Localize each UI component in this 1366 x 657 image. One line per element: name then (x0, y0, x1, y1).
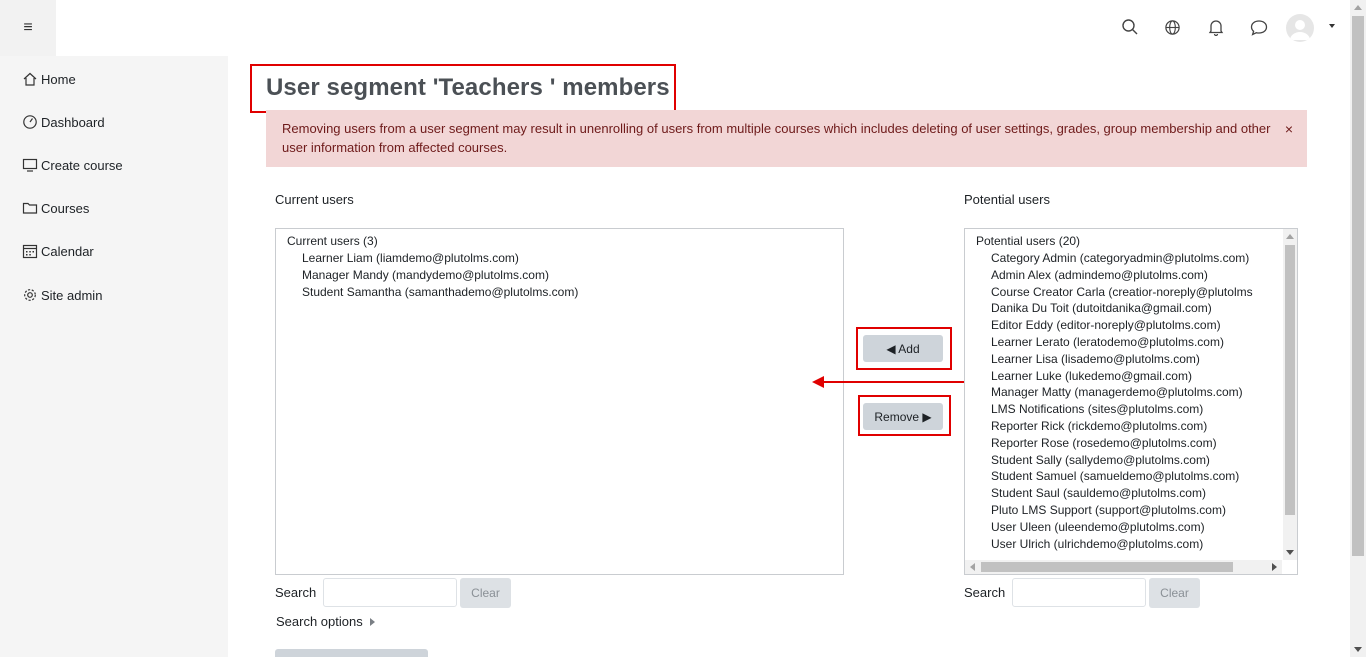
sidebar-item-label: Dashboard (41, 114, 105, 130)
search-options-label: Search options (276, 614, 363, 629)
list-item[interactable]: Manager Mandy (mandydemo@plutolms.com) (302, 268, 549, 282)
potential-search-input[interactable] (1012, 578, 1146, 607)
search-options-toggle[interactable]: Search options (276, 614, 375, 629)
sidebar-item-calendar[interactable]: Calendar (22, 241, 94, 261)
potential-clear-button[interactable]: Clear (1149, 578, 1200, 608)
sidebar-item-label: Home (41, 71, 76, 87)
list-item[interactable]: Editor Eddy (editor-noreply@plutolms.com… (991, 318, 1221, 332)
list-item[interactable]: Student Samuel (samueldemo@plutolms.com) (991, 469, 1239, 483)
potential-search-label: Search (964, 585, 1006, 600)
caret-right-icon (369, 617, 375, 626)
sidebar-item-label: Courses (41, 200, 90, 216)
scrollbar-thumb[interactable] (1285, 245, 1295, 515)
sidebar-item-dashboard[interactable]: Dashboard (22, 112, 105, 132)
caret-down-icon[interactable] (1329, 24, 1335, 28)
sidebar-item-courses[interactable]: Courses (22, 198, 89, 218)
list-item[interactable]: Course Creator Carla (creatior-noreply@p… (991, 285, 1253, 299)
hamburger-icon: ≡ (23, 19, 33, 36)
optgroup-label: Potential users (20) (976, 234, 1081, 248)
scroll-up-arrow-icon[interactable] (1286, 234, 1294, 239)
home-icon (23, 72, 37, 86)
sidebar-item-site-admin[interactable]: Site admin (22, 285, 102, 305)
bell-icon[interactable] (1205, 16, 1227, 38)
scroll-left-arrow-icon[interactable] (970, 563, 975, 571)
list-item[interactable]: Pluto LMS Support (support@plutolms.com) (991, 503, 1226, 517)
sidebar-item-label: Create course (41, 157, 123, 173)
menu-toggle-button[interactable]: ≡ (0, 0, 56, 56)
list-vertical-scrollbar[interactable] (1283, 229, 1297, 560)
list-item[interactable]: Reporter Rick (rickdemo@plutolms.com) (991, 419, 1207, 433)
alert-text: Removing users from a user segment may r… (282, 121, 1271, 155)
potential-users-label: Potential users (964, 192, 1050, 207)
list-item[interactable]: Learner Liam (liamdemo@plutolms.com) (302, 251, 519, 265)
gear-icon (24, 289, 36, 301)
list-item[interactable]: Student Samantha (samanthademo@plutolms.… (302, 285, 578, 299)
globe-icon[interactable] (1161, 16, 1183, 38)
scroll-down-arrow-icon[interactable] (1286, 550, 1294, 555)
list-item[interactable]: Reporter Rose (rosedemo@plutolms.com) (991, 436, 1217, 450)
list-item[interactable]: Learner Luke (lukedemo@gmail.com) (991, 369, 1192, 383)
double-arrow-annotation (812, 376, 984, 388)
list-item[interactable]: Manager Matty (managerdemo@plutolms.com) (991, 385, 1243, 399)
current-users-select[interactable]: Current users (3) Learner Liam (liamdemo… (275, 228, 844, 575)
sidebar-item-label: Calendar (41, 243, 94, 259)
chat-icon[interactable] (1248, 16, 1270, 38)
scroll-down-arrow-icon[interactable] (1354, 647, 1362, 652)
main-content: User segment 'Teachers ' members Removin… (228, 56, 1350, 657)
dashboard-icon (23, 115, 37, 129)
search-icon[interactable] (1119, 16, 1141, 38)
scroll-right-arrow-icon[interactable] (1272, 563, 1277, 571)
list-item[interactable]: Learner Lerato (leratodemo@plutolms.com) (991, 335, 1224, 349)
avatar[interactable] (1286, 14, 1314, 42)
scrollbar-thumb[interactable] (981, 562, 1233, 572)
warning-alert: Removing users from a user segment may r… (266, 110, 1307, 167)
current-search-label: Search (275, 585, 317, 600)
optgroup-label: Current users (3) (287, 234, 378, 248)
top-navbar: ≡ (0, 0, 1350, 56)
sidebar-item-label: Site admin (41, 287, 103, 303)
sidebar-item-create-course[interactable]: Create course (22, 155, 123, 175)
potential-users-select[interactable]: Potential users (20) Category Admin (cat… (964, 228, 1298, 575)
scrollbar-thumb[interactable] (1352, 16, 1364, 556)
list-item[interactable]: LMS Notifications (sites@plutolms.com) (991, 402, 1203, 416)
calendar-icon (22, 244, 38, 259)
sidebar-item-home[interactable]: Home (22, 69, 76, 89)
list-item[interactable]: User Uleen (uleendemo@plutolms.com) (991, 520, 1205, 534)
sidebar: Home Dashboard Create course Courses Cal… (0, 56, 228, 657)
list-item[interactable]: User Ulrich (ulrichdemo@plutolms.com) (991, 537, 1203, 551)
list-item[interactable]: Student Sally (sallydemo@plutolms.com) (991, 453, 1210, 467)
current-search-input[interactable] (323, 578, 457, 607)
list-item[interactable]: Admin Alex (admindemo@plutolms.com) (991, 268, 1208, 282)
page-scrollbar[interactable] (1350, 0, 1366, 657)
list-horizontal-scrollbar[interactable] (965, 560, 1282, 574)
list-item[interactable]: Learner Lisa (lisademo@plutolms.com) (991, 352, 1200, 366)
partial-button[interactable] (275, 649, 428, 657)
list-item[interactable]: Student Saul (sauldemo@plutolms.com) (991, 486, 1206, 500)
list-item[interactable]: Danika Du Toit (dutoitdanika@gmail.com) (991, 301, 1212, 315)
folder-icon (22, 202, 38, 214)
page-title: User segment 'Teachers ' members (266, 74, 670, 101)
list-item[interactable]: Category Admin (categoryadmin@plutolms.c… (991, 251, 1249, 265)
scroll-up-arrow-icon[interactable] (1354, 5, 1362, 10)
current-clear-button[interactable]: Clear (460, 578, 511, 608)
monitor-icon (22, 158, 38, 172)
add-button[interactable]: ◀ Add (863, 335, 943, 362)
remove-button[interactable]: Remove ▶ (863, 403, 943, 430)
current-users-label: Current users (275, 192, 354, 207)
close-icon[interactable]: × (1285, 120, 1293, 139)
